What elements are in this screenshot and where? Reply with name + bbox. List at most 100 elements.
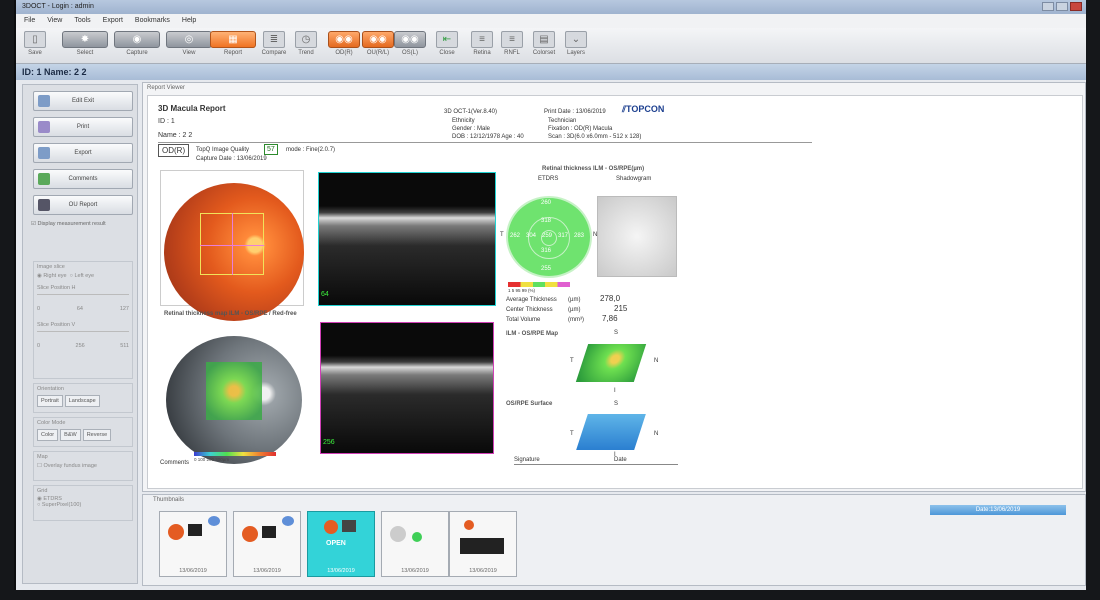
menu-export[interactable]: Export [103, 17, 123, 25]
oct-bscan-vertical: 256 [320, 322, 494, 454]
report-viewer-label: Report Viewer [147, 85, 185, 91]
color-button[interactable]: Color [37, 429, 59, 441]
report-button[interactable]: ▦ Report [208, 31, 258, 61]
maximize-button[interactable] [1056, 2, 1068, 11]
retina-button[interactable]: ≡ Retina [468, 31, 496, 61]
portrait-button[interactable]: Portrait [37, 395, 63, 407]
thumbnail-2[interactable]: 13/06/2019 [233, 511, 301, 577]
close-window-button[interactable] [1070, 2, 1082, 11]
signature-line [514, 464, 678, 465]
thumbnail-5[interactable]: 13/06/2019 [449, 511, 517, 577]
signature-label: Signature [514, 457, 540, 463]
camera-icon: ◉ [114, 31, 160, 48]
save-button[interactable]: ▯ Save [22, 31, 48, 61]
comments-label: Comments [160, 460, 190, 466]
minimize-button[interactable] [1042, 2, 1054, 11]
thumbnail-4[interactable]: 13/06/2019 [381, 511, 449, 577]
slice-v-slider[interactable] [37, 331, 129, 343]
capture-date: Capture Date : 13/06/2019 [196, 156, 267, 162]
map3d-i: I [614, 388, 616, 394]
reverse-button[interactable]: Reverse [82, 429, 112, 441]
menu-file[interactable]: File [24, 17, 35, 25]
ou-button[interactable]: ◉◉ OU(R/L) [361, 31, 395, 61]
grid-group: Grid ◉ ETDRS ○ SuperPixel(100) [33, 485, 133, 521]
view-button[interactable]: ◎ View [164, 31, 214, 61]
thumbnail-date: 13/06/2019 [327, 568, 355, 574]
thumb-oct [460, 538, 504, 554]
os-eye-icon: ◉◉ [394, 31, 426, 48]
display-measurement-checkbox[interactable]: ☑ Display measurement result [31, 221, 106, 227]
ou-report-button[interactable]: OU Report [33, 195, 133, 215]
close-arrow-icon: ⇤ [436, 31, 458, 48]
thumb-oct [188, 524, 202, 536]
slice-h-values: 0 64 127 [37, 306, 129, 312]
thickness-3d-map [575, 344, 647, 382]
rnfl-icon: ≡ [501, 31, 523, 48]
print-icon [38, 121, 50, 133]
menu-help[interactable]: Help [182, 17, 196, 25]
bw-button[interactable]: B&W [60, 429, 81, 441]
avg-thickness-value: 278,0 [600, 294, 621, 303]
clock-icon: ◷ [295, 31, 317, 48]
report-viewer: Report Viewer 3D Macula Report 3D OCT-1(… [142, 82, 1086, 492]
compare-button[interactable]: ≣ Compare [260, 31, 288, 61]
thumb-etdrs [412, 532, 422, 542]
eye-badge: OD(R) [158, 144, 190, 157]
comments-button[interactable]: Comments [33, 169, 133, 189]
right-eye-radio[interactable]: ◉ Right eye [37, 273, 67, 279]
os-button[interactable]: ◉◉ OS(L) [393, 31, 427, 61]
rpe-surface-3d [576, 414, 646, 450]
landscape-button[interactable]: Landscape [64, 395, 100, 407]
total-volume-label: Total Volume [506, 317, 541, 323]
etdrs-right: 283 [574, 233, 585, 239]
thumb-oct [342, 520, 356, 532]
rnfl-button[interactable]: ≡ RNFL [498, 31, 526, 61]
orientation-group: Orientation Portrait Landscape [33, 383, 133, 413]
menu-tools[interactable]: Tools [74, 17, 90, 25]
eye-icon: ◎ [166, 31, 212, 48]
surface-title: OS/RPE Surface [506, 401, 553, 407]
slice-h-label: Slice Position H [37, 285, 76, 291]
patient-bar: ID: 1 Name: 2 2 [16, 64, 1086, 80]
report-name: Name : 2 2 [158, 132, 193, 139]
thumbnail-date: 13/06/2019 [469, 568, 497, 574]
trend-button[interactable]: ◷ Trend [292, 31, 320, 61]
etdrs-bottom: 255 [541, 266, 552, 272]
center-thickness-label: Center Thickness [506, 307, 553, 313]
etdrs-left: 262 [510, 233, 521, 239]
thickness-overlay [206, 362, 262, 420]
map3d-title: ILM - OS/RPE Map [506, 331, 559, 337]
thumb-fundus [390, 526, 406, 542]
compare-icon: ≣ [263, 31, 285, 48]
capture-button[interactable]: ◉ Capture [112, 31, 162, 61]
dob: DOB : 12/12/1978 Age : 40 [452, 134, 524, 140]
layers-button[interactable]: ⌄ Layers [562, 31, 590, 61]
menu-bookmarks[interactable]: Bookmarks [135, 17, 170, 25]
close-button[interactable]: ⇤ Close [434, 31, 460, 61]
title-bar: 3DOCT - Login : admin [16, 0, 1086, 14]
left-eye-radio[interactable]: ○ Left eye [70, 273, 94, 279]
etdrs-scale-ticks: 1 5 95 99 (%) [508, 288, 536, 293]
fixation: Fixation : OD(R) Macula [548, 126, 613, 132]
surface-s: S [614, 401, 619, 407]
menu-view[interactable]: View [47, 17, 62, 25]
colorset-icon: ▤ [533, 31, 555, 48]
overlay-checkbox[interactable]: ☐ Overlay fundus image [37, 463, 129, 469]
surface-n: N [654, 431, 659, 437]
select-button[interactable]: ✸ Select [60, 31, 110, 61]
fundus-image [164, 183, 304, 321]
edit-exit-button[interactable]: Edit Exit [33, 91, 133, 111]
thumbnail-1[interactable]: 13/06/2019 [159, 511, 227, 577]
thumbnail-date: 13/06/2019 [253, 568, 281, 574]
slice-h-slider[interactable] [37, 294, 129, 306]
print-button[interactable]: Print [33, 117, 133, 137]
etdrs-center: 259 [542, 233, 553, 239]
etdrs-label: ETDRS [538, 176, 559, 182]
thumbnail-date: 13/06/2019 [401, 568, 429, 574]
grid-superpixel-radio[interactable]: ○ SuperPixel(100) [37, 502, 129, 508]
colorset-button[interactable]: ▤ Colorset [530, 31, 558, 61]
od-button[interactable]: ◉◉ OD(R) [327, 31, 361, 61]
etdrs-inner-top: 318 [541, 218, 552, 224]
thumbnail-3-selected[interactable]: OPEN 13/06/2019 [307, 511, 375, 577]
export-button[interactable]: Export [33, 143, 133, 163]
